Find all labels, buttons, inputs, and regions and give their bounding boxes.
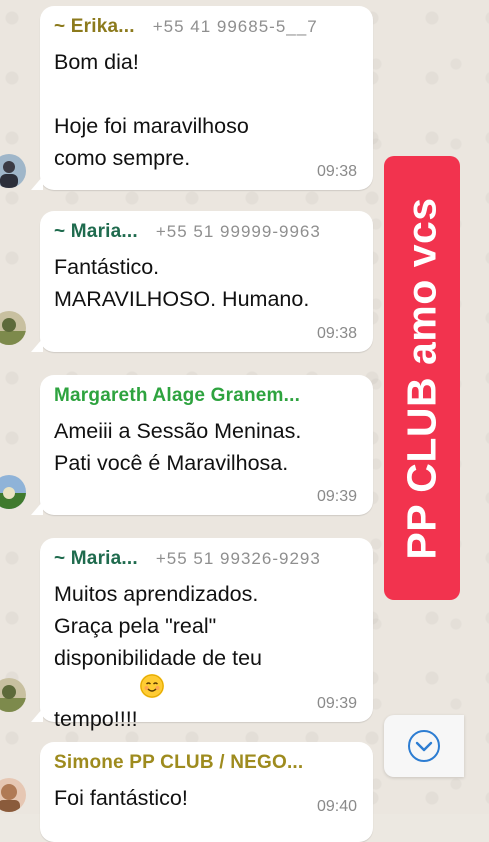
chevron-down-icon xyxy=(408,730,440,762)
message-time: 09:39 xyxy=(316,488,357,505)
message-header: Simone PP CLUB / NEGO... xyxy=(54,752,357,782)
message-header: ~ Erika... +55 41 99685-5__7 xyxy=(54,16,357,46)
message-bubble[interactable]: Simone PP CLUB / NEGO... Foi fantástico!… xyxy=(0,742,373,842)
message-header: ~ Maria... +55 51 99999-9963 xyxy=(54,221,357,251)
message-text: Bom dia! Hoje foi maravilhoso como sempr… xyxy=(54,50,249,170)
message-time: 09:38 xyxy=(316,325,357,342)
message-text: Ameiii a Sessão Meninas. Pati você é Mar… xyxy=(54,419,302,475)
message-bubble[interactable]: ~ Maria... +55 51 99326-9293 Muitos apre… xyxy=(0,538,373,731)
message-header: ~ Maria... +55 51 99326-9293 xyxy=(54,548,357,578)
sender-name[interactable]: ~ Erika... xyxy=(54,16,135,38)
message-time: 09:38 xyxy=(316,163,357,180)
sender-name[interactable]: ~ Maria... xyxy=(54,221,138,243)
message-text: Foi fantástico! xyxy=(54,786,188,810)
bubble-tail xyxy=(31,338,43,352)
message-bubble[interactable]: Margareth Alage Granem... Ameiii a Sessã… xyxy=(0,375,373,515)
smiling-face-icon xyxy=(139,674,164,698)
bubble-tail xyxy=(31,708,43,722)
sender-phone: +55 41 99685-5__7 xyxy=(152,17,318,36)
sender-name[interactable]: Margareth Alage Granem... xyxy=(54,385,300,407)
message-header: Margareth Alage Granem... xyxy=(54,385,357,415)
message-time: 09:40 xyxy=(316,798,357,815)
sender-phone: +55 51 99999-9963 xyxy=(155,222,321,241)
message-text: Fantástico. MARAVILHOSO. Humano. xyxy=(54,255,310,311)
scroll-to-bottom-button[interactable] xyxy=(384,715,464,777)
message-bubble[interactable]: ~ Maria... +55 51 99999-9963 Fantástico.… xyxy=(0,211,373,352)
message-text-body: Muitos aprendizados. Graça pela "real" d… xyxy=(54,582,262,731)
message-bubble[interactable]: ~ Erika... +55 41 99685-5__7 Bom dia! Ho… xyxy=(0,6,373,190)
bubble-tail xyxy=(31,501,43,515)
sender-phone: +55 51 99326-9293 xyxy=(155,549,321,568)
bubble-tail xyxy=(31,176,43,190)
sticker-banner: PP CLUB amo vcs xyxy=(384,156,460,600)
sender-name[interactable]: Simone PP CLUB / NEGO... xyxy=(54,752,303,774)
sender-name[interactable]: ~ Maria... xyxy=(54,548,138,570)
message-time: 09:39 xyxy=(316,695,357,712)
sticker-text: PP CLUB amo vcs xyxy=(398,196,445,560)
message-text: Muitos aprendizados. Graça pela "real" d… xyxy=(54,578,357,735)
